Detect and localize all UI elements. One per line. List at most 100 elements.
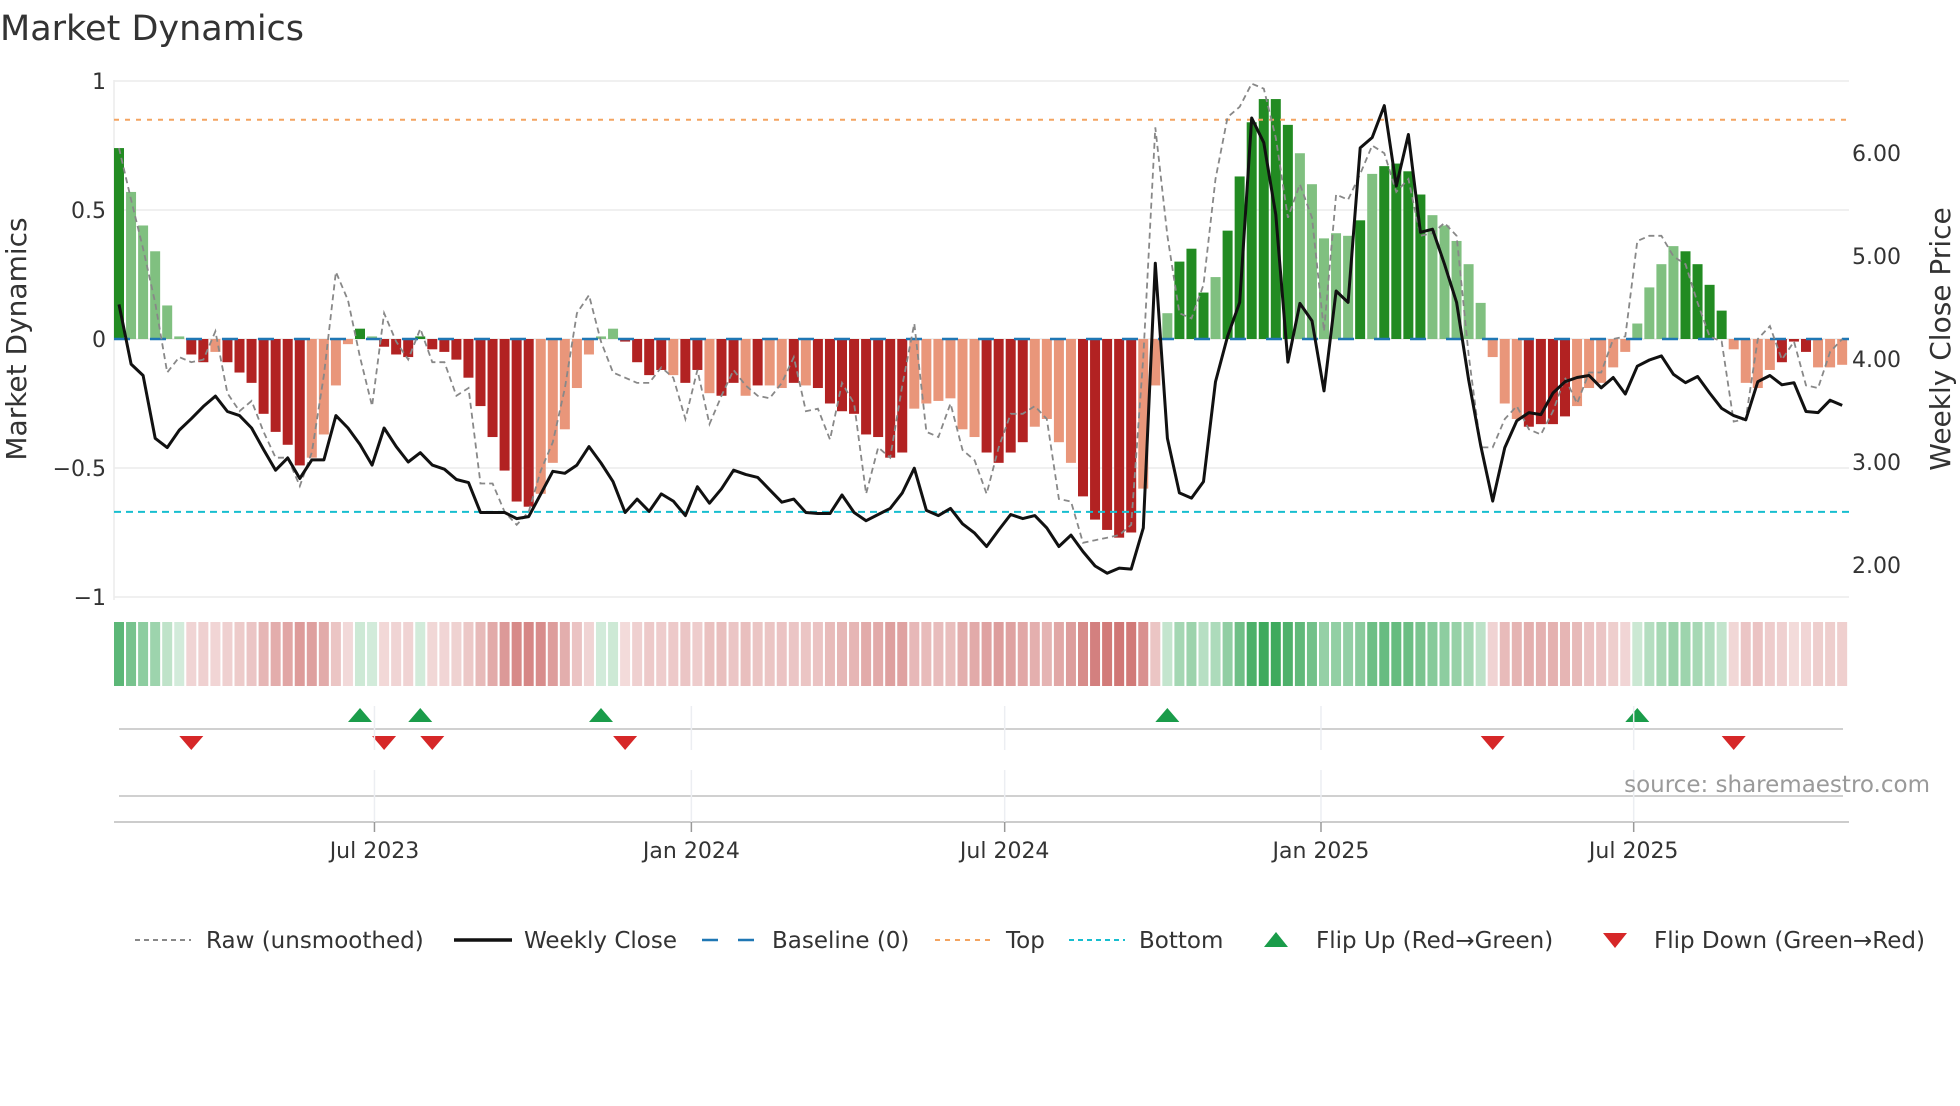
momentum-bar [861,339,872,435]
heat-strip-cell [379,622,390,686]
heat-strip-cell [294,622,305,686]
legend-label: Bottom [1139,928,1223,954]
momentum-bar [776,339,787,389]
momentum-bar [499,339,510,471]
heat-strip-cell [1439,622,1450,686]
momentum-bar [403,339,414,358]
flip-markers-panel [119,708,1843,797]
heat-strip-cell [439,622,450,686]
flip-up-marker [1155,708,1180,722]
momentum-bar [306,339,317,458]
momentum-bar [1403,171,1414,339]
y-tick-label: 0.5 [71,199,106,224]
line-series [117,82,1843,575]
heat-strip-cell [1162,622,1173,686]
momentum-bar [1560,339,1570,417]
heat-strip-cell [1017,622,1028,686]
heat-strip-cell [523,622,534,686]
heat-strip-cell [1126,622,1137,686]
momentum-bar [1788,339,1799,342]
heat-strip-cell [1355,622,1366,686]
momentum-bar [1210,277,1221,339]
momentum-bar [282,339,293,445]
heat-strip-cell [1463,622,1474,686]
y2-tick-label: 3.00 [1852,451,1901,476]
heat-strip-cell [1632,622,1643,686]
legend-label: Flip Down (Green→Red) [1654,928,1925,954]
flip-up-marker [589,708,613,722]
heat-strip-cell [1451,622,1462,686]
heat-strip-cell [403,622,414,686]
legend-flip-up-icon [1264,932,1288,947]
heat-strip-cell [1138,622,1149,686]
heat-strip-cell [571,622,582,686]
momentum-bar [439,339,450,352]
heat-strip-cell [1319,622,1329,686]
heat-strip-cell [1560,622,1570,686]
heat-strip-cell [933,622,944,686]
heat-strip-cell [885,622,896,686]
heat-strip-cell [800,622,811,686]
heat-strip-cell [764,622,775,686]
momentum-bar [1041,339,1052,419]
heat-strip-cell [692,622,703,686]
momentum-bar [1776,339,1787,363]
heat-strip-cell [1572,622,1583,686]
heat-strip-cell [1041,622,1052,686]
momentum-bar [873,339,884,438]
momentum-bar [1090,339,1101,520]
flip-down-marker [420,736,445,750]
y-tick-label: 0 [92,328,106,353]
heat-strip-cell [583,622,594,686]
momentum-bar [162,305,173,339]
heat-strip-cell [1764,622,1775,686]
heat-strip-cell [1704,622,1715,686]
momentum-bar [1463,264,1474,339]
flip-up-marker [1625,708,1650,722]
raw-unsmoothed-line [118,82,1843,544]
momentum-bar [523,339,534,507]
heat-strip-cell [969,622,980,686]
y2-tick-label: 4.00 [1852,348,1901,373]
heat-strip-cell [1535,622,1546,686]
heat-strip-cell [270,622,281,686]
heat-strip-cell [1596,622,1607,686]
momentum-bar [632,339,643,363]
legend: Raw (unsmoothed) Weekly Close Baseline (0)… [135,928,1925,954]
heat-strip-cell [1680,622,1691,686]
momentum-bar [981,339,992,453]
heat-strip-cell [1210,622,1221,686]
momentum-bar [608,328,619,339]
heat-strip-cell [897,622,908,686]
momentum-bar [1415,194,1426,339]
heat-strip-cell [1029,622,1040,686]
momentum-bar [463,339,474,378]
momentum-bar [800,339,811,386]
heat-strip-cell [1114,622,1125,686]
heat-strip-cell [1644,622,1655,686]
heat-strip-cell [1294,622,1305,686]
flip-down-marker [613,736,638,750]
momentum-bar [668,339,679,376]
momentum-bar [246,339,257,383]
heat-strip-cell [1511,622,1522,686]
heat-strip-cell [1813,622,1824,686]
heat-strip-cell [596,622,606,686]
x-tick-label: Jan 2024 [641,839,740,864]
heat-strip-cell [367,622,378,686]
heat-strip-cell [1740,622,1751,686]
heat-strip-cell [1728,622,1739,686]
heat-strip-cell [1258,622,1269,686]
heat-strip-cell [1801,622,1811,686]
momentum-bar [427,339,438,350]
y-tick-label: 1 [92,70,106,95]
flip-down-marker [1721,736,1746,750]
momentum-bar [1005,339,1016,453]
momentum-bar [174,336,185,339]
heat-strip-cell [391,622,402,686]
heat-strip-cell [1246,622,1257,686]
flip-down-marker [179,736,204,750]
momentum-bar [1065,339,1076,463]
heat-strip-cell [957,622,968,686]
heat-strip-cell [258,622,269,686]
